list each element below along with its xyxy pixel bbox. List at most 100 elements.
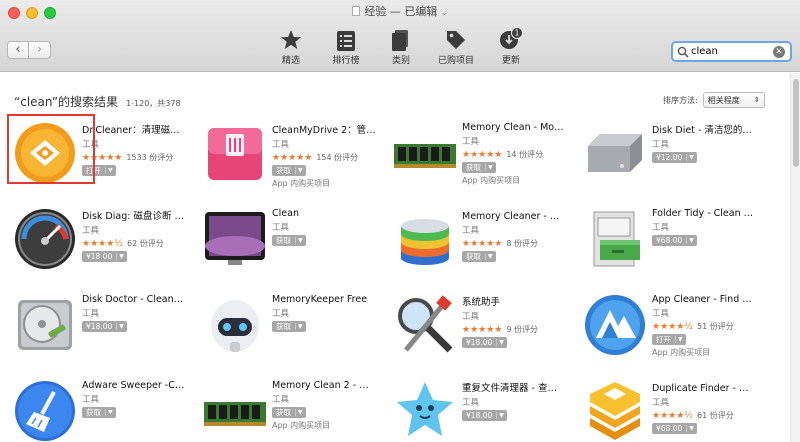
app-category[interactable]: 工具	[462, 135, 572, 147]
app-category[interactable]: 工具	[462, 396, 572, 408]
app-action-button[interactable]: 获取 ▼	[272, 165, 306, 176]
chevron-down-icon[interactable]: ▼	[295, 323, 303, 330]
app-name[interactable]: Memory Clean 2 - Moni...	[272, 380, 376, 391]
app-action-button[interactable]: 获取 ▼	[272, 321, 306, 332]
chevron-down-icon[interactable]: ▼	[105, 167, 113, 174]
app-action-button[interactable]: ¥18.00 ▼	[82, 321, 127, 332]
app-action-button[interactable]: 获取 ▼	[82, 407, 116, 418]
app-tile[interactable]: Memory Clean - Monit... 工具 ★★★★★ 14 份评分 获取 ▼ A…	[380, 114, 570, 200]
clean-app-icon[interactable]	[202, 206, 268, 272]
app-category[interactable]: 工具	[272, 307, 382, 319]
app-tile[interactable]: 系统助手 工具 ★★★★★ 9 份评分 ¥18.00 ▼	[380, 286, 570, 372]
app-tile[interactable]: Disk Diag: 磁盘诊断 - ... 工具 ★★★★½ 62 份评分 ¥18.00…	[0, 200, 190, 286]
app-tile[interactable]: Adware Sweeper -Clea... 工具获取 ▼	[0, 372, 190, 442]
tab-featured[interactable]: 精选	[264, 29, 318, 66]
app-action-button[interactable]: ¥68.00 ▼	[652, 423, 697, 434]
app-category[interactable]: 工具	[82, 138, 192, 150]
scrollbar-thumb[interactable]	[793, 79, 799, 167]
app-action-button[interactable]: 获取 ▼	[462, 251, 496, 262]
sort-select[interactable]: 相关程度 ⇕	[702, 92, 765, 108]
tab-categories[interactable]: 类别	[374, 29, 428, 66]
app-tile[interactable]: CleanMyDrive 2：管理... 工具 ★★★★★ 154 份评分 获取 ▼ App…	[190, 114, 380, 200]
chevron-down-icon[interactable]: ▼	[116, 253, 124, 260]
app-name[interactable]: Clean	[272, 208, 376, 219]
chevron-down-icon[interactable]: ▼	[105, 409, 113, 416]
app-tile[interactable]: Memory Clean 2 - Moni... 工具获取 ▼ App 内购买项目	[190, 372, 380, 442]
app-action-button[interactable]: ¥18.00 ▼	[82, 251, 127, 262]
memory-clean-2-icon[interactable]	[202, 378, 268, 442]
app-action-button[interactable]: ¥18.00 ▼	[462, 337, 507, 348]
chevron-down-icon[interactable]: ▼	[496, 412, 504, 419]
app-name[interactable]: 重复文件清理器 - 查找&...	[462, 380, 566, 394]
memory-clean-icon[interactable]	[392, 120, 458, 186]
app-category[interactable]: 工具	[272, 393, 382, 405]
app-category[interactable]: 工具	[652, 221, 762, 233]
chevron-down-icon[interactable]: ⌄	[441, 8, 448, 17]
chevron-down-icon[interactable]: ▼	[675, 336, 683, 343]
app-tile[interactable]: Disk Doctor - Clean Yo... 工具 ¥18.00 ▼	[0, 286, 190, 372]
chevron-down-icon[interactable]: ▼	[496, 339, 504, 346]
app-category[interactable]: 工具	[82, 224, 192, 236]
app-tile[interactable]: 重复文件清理器 - 查找&... 工具 ¥18.00 ▼	[380, 372, 570, 442]
app-tile[interactable]: Duplicate Finder - 重复... 工具 ★★★★½ 61 份评分 ¥68…	[570, 372, 760, 442]
vertical-scrollbar[interactable]	[790, 73, 800, 442]
app-action-button[interactable]: ¥12.00 ▼	[652, 152, 697, 163]
search-input[interactable]	[689, 46, 773, 57]
search-field[interactable]: ✕	[671, 41, 792, 62]
app-category[interactable]: 工具	[462, 310, 572, 322]
disk-doctor-icon[interactable]	[12, 292, 78, 358]
clear-search-icon[interactable]: ✕	[773, 45, 785, 58]
chevron-down-icon[interactable]: ▼	[116, 323, 124, 330]
chevron-down-icon[interactable]: ▼	[295, 409, 303, 416]
app-name[interactable]: 系统助手	[462, 294, 566, 308]
app-name[interactable]: Disk Doctor - Clean Yo...	[82, 294, 186, 305]
app-action-button[interactable]: 获取 ▼	[462, 162, 496, 173]
app-action-button[interactable]: 获取 ▼	[272, 407, 306, 418]
app-name[interactable]: App Cleaner - Find & R...	[652, 294, 756, 305]
app-name[interactable]: Duplicate Finder - 重复...	[652, 380, 756, 394]
app-name[interactable]: Folder Tidy - Clean up ...	[652, 208, 756, 219]
forward-button[interactable]: ›	[29, 41, 51, 59]
app-tile[interactable]: Disk Diet - 清洁您的硬... 工具 ¥12.00 ▼	[570, 114, 760, 200]
disk-diet-icon[interactable]	[582, 120, 648, 186]
chevron-down-icon[interactable]: ▼	[686, 237, 694, 244]
app-name[interactable]: Disk Diet - 清洁您的硬...	[652, 122, 756, 136]
app-tile[interactable]: Folder Tidy - Clean up ... 工具 ¥68.00▼	[570, 200, 760, 286]
memory-cleaner-icon[interactable]	[392, 206, 458, 272]
chevron-down-icon[interactable]: ▼	[295, 237, 303, 244]
app-name[interactable]: Memory Clean - Monit...	[462, 122, 566, 133]
chevron-down-icon[interactable]: ▼	[485, 253, 493, 260]
system-assistant-icon[interactable]	[392, 292, 458, 358]
app-name[interactable]: MemoryKeeper Free	[272, 294, 376, 305]
tab-updates[interactable]: 1 更新	[484, 27, 538, 66]
app-category[interactable]: 工具	[652, 307, 762, 319]
app-action-button[interactable]: 获取 ▼	[272, 235, 306, 246]
app-category[interactable]: 工具	[82, 307, 192, 319]
app-tile[interactable]: MemoryKeeper Free 工具获取 ▼	[190, 286, 380, 372]
app-action-button[interactable]: ¥18.00 ▼	[462, 410, 507, 421]
app-name[interactable]: Dr.Cleaner：清理磁盘和...	[82, 122, 186, 136]
app-cleaner-icon[interactable]	[582, 292, 648, 358]
app-category[interactable]: 工具	[272, 221, 382, 233]
folder-tidy-icon[interactable]	[582, 206, 648, 272]
tab-purchased[interactable]: 已购项目	[429, 29, 483, 66]
app-category[interactable]: 工具	[462, 224, 572, 236]
app-tile[interactable]: Clean 工具获取 ▼	[190, 200, 380, 286]
app-name[interactable]: Memory Cleaner - 只需...	[462, 208, 566, 222]
app-category[interactable]: 工具	[652, 138, 762, 150]
app-name[interactable]: CleanMyDrive 2：管理...	[272, 122, 376, 136]
app-category[interactable]: 工具	[272, 138, 382, 150]
cleanmydrive-icon[interactable]	[202, 120, 268, 186]
chevron-down-icon[interactable]: ▼	[686, 154, 694, 161]
app-action-button[interactable]: 打开 ▼	[652, 334, 686, 345]
app-name[interactable]: Adware Sweeper -Clea...	[82, 380, 186, 391]
app-action-button[interactable]: ¥68.00 ▼	[652, 235, 697, 246]
app-tile[interactable]: Memory Cleaner - 只需... 工具 ★★★★★8 份评分获取 ▼	[380, 200, 570, 286]
back-button[interactable]: ‹	[7, 41, 29, 59]
app-name[interactable]: Disk Diag: 磁盘诊断 - ...	[82, 208, 186, 222]
chevron-down-icon[interactable]: ▼	[295, 167, 303, 174]
duplicate-finder-icon[interactable]	[582, 378, 648, 442]
app-tile[interactable]: App Cleaner - Find & R... 工具 ★★★★½ 51 份评分打开…	[570, 286, 760, 372]
app-category[interactable]: 工具	[652, 396, 762, 408]
adware-sweeper-icon[interactable]	[12, 378, 78, 442]
